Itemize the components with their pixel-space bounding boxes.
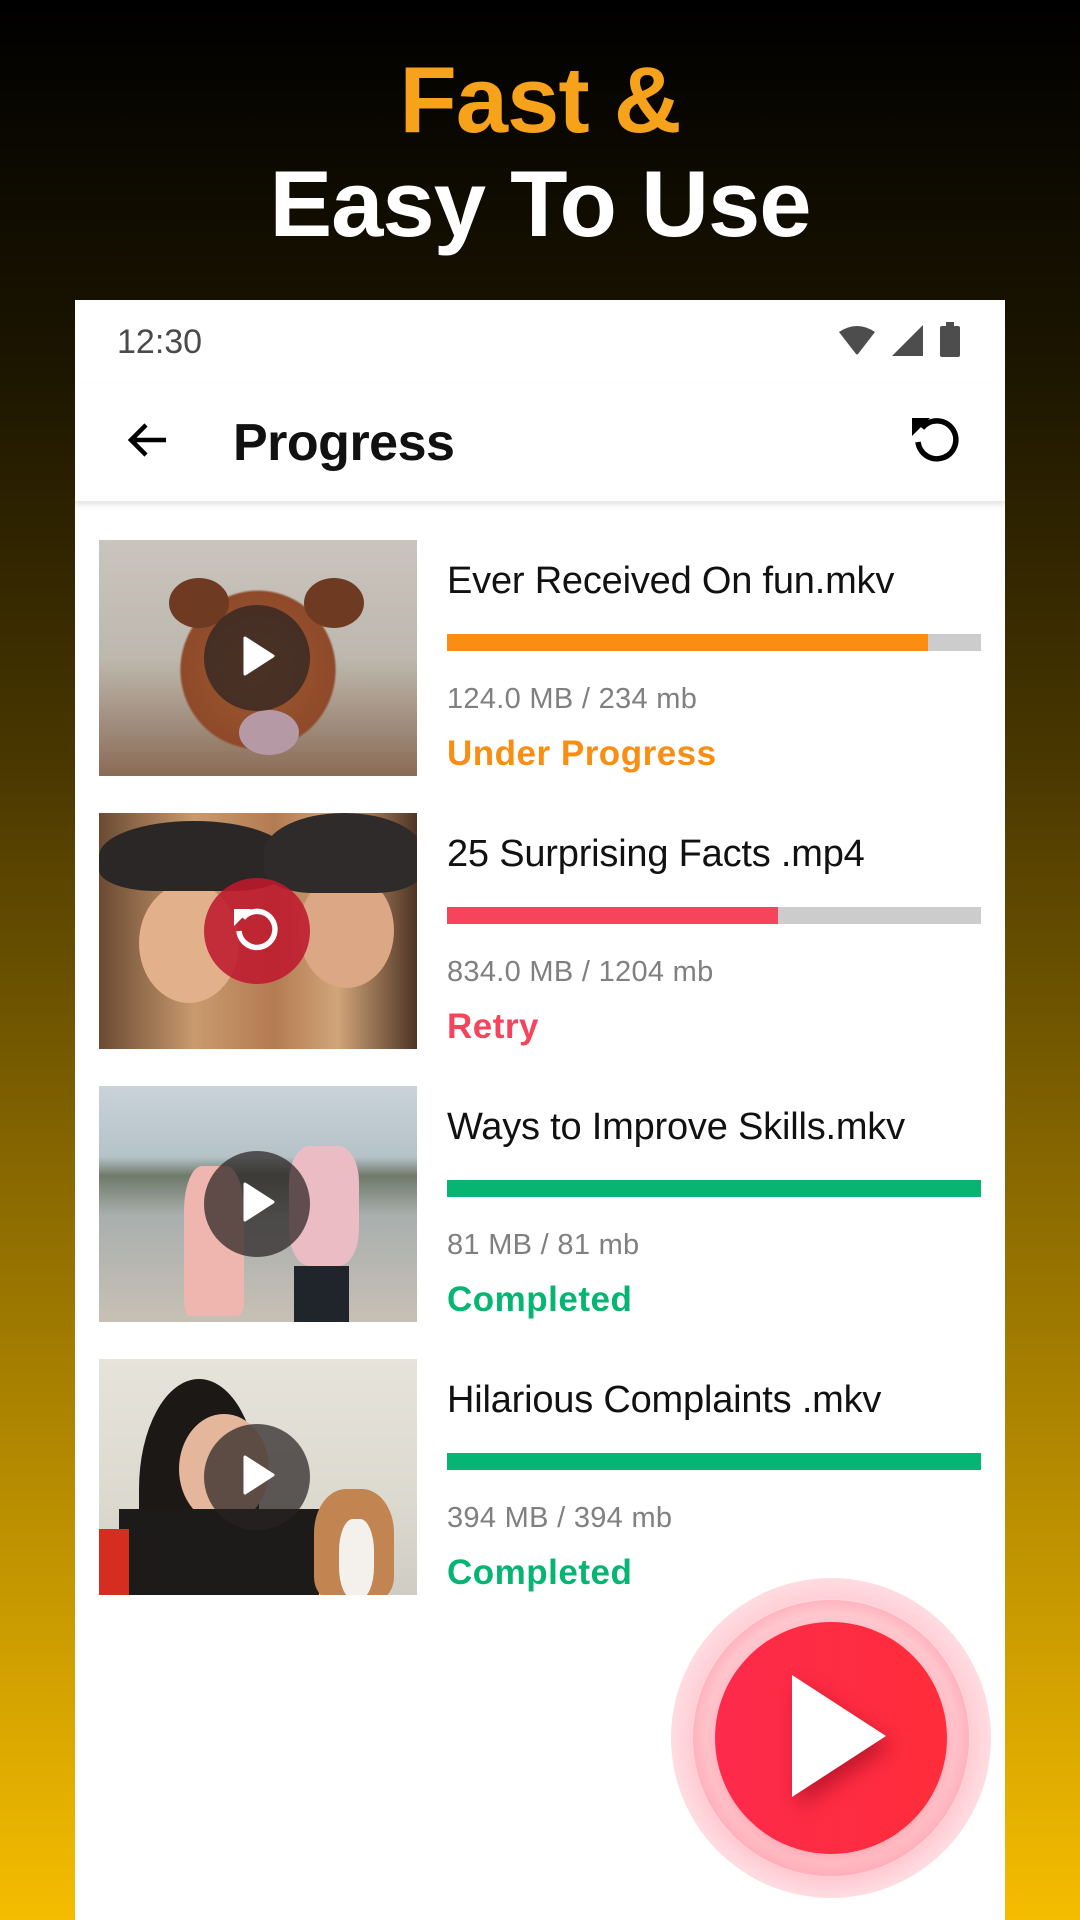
- play-icon: [235, 1180, 279, 1229]
- progress-fill: [447, 634, 928, 651]
- video-thumbnail[interactable]: [99, 813, 417, 1049]
- video-thumbnail[interactable]: [99, 1086, 417, 1322]
- status-bar: 12:30: [75, 300, 1005, 384]
- file-size: 834.0 MB / 1204 mb: [447, 956, 714, 988]
- file-name: Hilarious Complaints .mkv: [447, 1379, 882, 1421]
- progress-bar: [447, 1180, 981, 1197]
- thumbnail-play-button[interactable]: [204, 605, 310, 711]
- promo-line-2: Easy To Use: [269, 151, 811, 256]
- progress-fill: [447, 907, 779, 924]
- promo-headline: Fast & Easy To Use: [0, 48, 1080, 256]
- app-bar: Progress: [75, 384, 1005, 502]
- refresh-icon: [908, 412, 964, 473]
- status-icons: [837, 321, 961, 363]
- file-name: Ever Received On fun.mkv: [447, 560, 895, 602]
- download-item[interactable]: Ways to Improve Skills.mkv 81 MB / 81 mb…: [75, 1086, 1005, 1359]
- file-name: 25 Surprising Facts .mp4: [447, 833, 865, 875]
- status-label: Under Progress: [447, 734, 717, 773]
- file-size: 124.0 MB / 234 mb: [447, 683, 698, 715]
- download-item[interactable]: 25 Surprising Facts .mp4 834.0 MB / 1204…: [75, 813, 1005, 1086]
- promo-line-1: Fast &: [399, 47, 681, 152]
- play-icon: [235, 634, 279, 683]
- progress-bar: [447, 1453, 981, 1470]
- page-title: Progress: [233, 413, 455, 472]
- retry-link[interactable]: Retry: [447, 1004, 981, 1050]
- thumbnail-play-button[interactable]: [204, 1424, 310, 1530]
- status-label: Completed: [447, 1280, 633, 1319]
- play-fab-button[interactable]: [715, 1622, 947, 1854]
- file-size: 394 MB / 394 mb: [447, 1502, 673, 1534]
- progress-bar: [447, 634, 981, 651]
- download-item[interactable]: Ever Received On fun.mkv 124.0 MB / 234 …: [75, 540, 1005, 813]
- play-icon: [768, 1671, 894, 1806]
- refresh-button[interactable]: [901, 408, 971, 478]
- wifi-icon: [837, 324, 877, 361]
- file-name: Ways to Improve Skills.mkv: [447, 1106, 905, 1148]
- phone-screen: 12:30 Progress Ever Received On fun.mkv …: [75, 300, 1005, 1920]
- thumbnail-play-button[interactable]: [204, 1151, 310, 1257]
- fab-glow: [671, 1578, 991, 1898]
- retry-icon: [229, 901, 285, 962]
- status-label: Completed: [447, 1553, 633, 1592]
- status-time: 12:30: [117, 322, 203, 361]
- play-icon: [235, 1453, 279, 1502]
- battery-icon: [939, 321, 961, 363]
- progress-fill: [447, 1453, 981, 1470]
- cellular-signal-icon: [891, 323, 925, 362]
- file-size: 81 MB / 81 mb: [447, 1229, 640, 1261]
- back-button[interactable]: [113, 408, 183, 478]
- arrow-left-icon: [126, 418, 170, 467]
- download-list: Ever Received On fun.mkv 124.0 MB / 234 …: [75, 502, 1005, 1632]
- thumbnail-retry-button[interactable]: [204, 878, 310, 984]
- video-thumbnail[interactable]: [99, 540, 417, 776]
- progress-fill: [447, 1180, 981, 1197]
- video-thumbnail[interactable]: [99, 1359, 417, 1595]
- progress-bar: [447, 907, 981, 924]
